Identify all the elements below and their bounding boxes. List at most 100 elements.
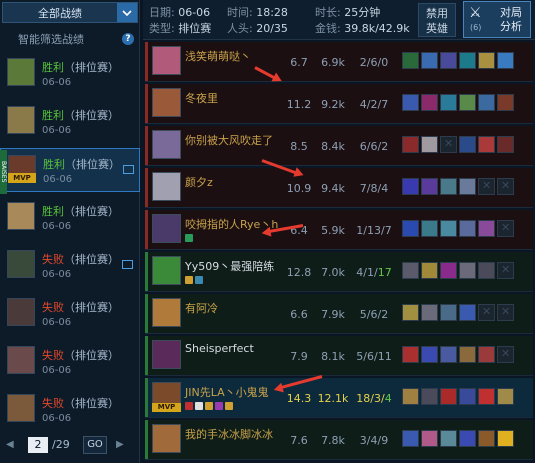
item-icon[interactable]: [440, 94, 457, 111]
item-icon[interactable]: [440, 304, 457, 321]
item-icon[interactable]: [459, 94, 476, 111]
item-icon[interactable]: [459, 388, 476, 405]
player-name[interactable]: 冬夜里: [185, 90, 218, 106]
player-row[interactable]: MVP JIN先LA丶小鬼鬼 14.3 12.1k 18/3/4: [145, 378, 533, 418]
player-row[interactable]: 有阿冷 6.6 7.9k 5/6/2: [145, 294, 533, 334]
item-icon[interactable]: [402, 304, 419, 321]
item-icon[interactable]: [440, 220, 457, 237]
item-icon[interactable]: [402, 136, 419, 153]
item-icon[interactable]: [478, 430, 495, 447]
item-icon[interactable]: [440, 262, 457, 279]
go-button[interactable]: GO: [83, 436, 107, 454]
champion-avatar[interactable]: [152, 256, 181, 285]
page-number-input[interactable]: 2: [28, 437, 48, 453]
item-icon[interactable]: [459, 52, 476, 69]
item-icon[interactable]: [459, 220, 476, 237]
item-icon[interactable]: [440, 346, 457, 363]
item-icon[interactable]: [497, 136, 514, 153]
player-name[interactable]: Sheisperfect: [185, 342, 254, 355]
item-icon[interactable]: [497, 388, 514, 405]
replay-icon[interactable]: [123, 165, 134, 174]
item-icon[interactable]: [478, 220, 495, 237]
player-name[interactable]: 我的手冰冰脚冰冰: [185, 426, 273, 442]
player-row[interactable]: 咬拇指的人Rye丶h 6.4 5.9k 1/13/7: [145, 210, 533, 250]
item-icon[interactable]: [440, 430, 457, 447]
item-icon[interactable]: [421, 136, 438, 153]
champion-avatar[interactable]: [152, 424, 181, 453]
item-icon[interactable]: [478, 136, 495, 153]
player-name[interactable]: 有阿冷: [185, 300, 218, 316]
champion-avatar[interactable]: [152, 340, 181, 369]
item-icon[interactable]: [402, 388, 419, 405]
champion-avatar[interactable]: [152, 130, 181, 159]
item-icon[interactable]: [402, 94, 419, 111]
player-name[interactable]: Yy509丶最强陪练: [185, 258, 274, 274]
match-list-item[interactable]: 胜利（排位赛） 06-06: [0, 100, 140, 144]
champion-avatar[interactable]: [152, 88, 181, 117]
item-icon[interactable]: [421, 262, 438, 279]
match-list-item[interactable]: MVP 胜利（排位赛） 06-06: [0, 148, 140, 192]
match-list-item[interactable]: 胜利（排位赛） 06-06: [0, 52, 140, 96]
item-icon[interactable]: [478, 94, 495, 111]
player-row[interactable]: 浅笑萌萌哒丶 6.7 6.9k 2/6/0: [145, 42, 533, 82]
item-icon[interactable]: [478, 388, 495, 405]
item-icon[interactable]: [478, 52, 495, 69]
item-icon[interactable]: [459, 346, 476, 363]
item-icon[interactable]: [421, 304, 438, 321]
player-row[interactable]: 我的手冰冰脚冰冰 7.6 7.8k 3/4/9: [145, 420, 533, 460]
next-page-icon[interactable]: ▶: [116, 439, 124, 450]
item-icon[interactable]: [478, 262, 495, 279]
item-icon[interactable]: [459, 304, 476, 321]
match-analysis-button[interactable]: ⚔ (6) 对局 分析: [463, 1, 531, 38]
item-icon[interactable]: [497, 94, 514, 111]
item-icon[interactable]: [440, 178, 457, 195]
item-icon[interactable]: [402, 220, 419, 237]
match-filter-dropdown[interactable]: 全部战绩: [2, 2, 138, 23]
smart-filter-row[interactable]: 智能筛选战绩 ?: [0, 30, 140, 48]
item-icon[interactable]: [402, 52, 419, 69]
help-icon[interactable]: ?: [122, 33, 134, 45]
item-icon[interactable]: [459, 136, 476, 153]
item-icon[interactable]: [421, 94, 438, 111]
item-icon[interactable]: [459, 262, 476, 279]
player-name[interactable]: 浅笑萌萌哒丶: [185, 48, 251, 64]
player-name[interactable]: JIN先LA丶小鬼鬼: [185, 384, 269, 400]
champion-avatar[interactable]: [152, 298, 181, 327]
replay-icon[interactable]: [122, 260, 133, 269]
champion-avatar[interactable]: [152, 214, 181, 243]
player-row[interactable]: Yy509丶最强陪练 12.8 7.0k 4/1/17: [145, 252, 533, 292]
item-icon[interactable]: [497, 430, 514, 447]
player-name[interactable]: 颜夕z: [185, 174, 213, 190]
item-icon[interactable]: [421, 346, 438, 363]
item-icon[interactable]: [421, 220, 438, 237]
item-icon[interactable]: [402, 262, 419, 279]
item-icon[interactable]: [421, 178, 438, 195]
prev-page-icon[interactable]: ◀: [6, 439, 14, 450]
item-icon[interactable]: [440, 52, 457, 69]
item-icon[interactable]: [402, 346, 419, 363]
match-list-item[interactable]: 胜利（排位赛） 06-06: [0, 196, 140, 240]
player-name[interactable]: 你别被大风吹走了: [185, 132, 273, 148]
item-icon[interactable]: [421, 388, 438, 405]
item-icon[interactable]: [402, 178, 419, 195]
item-icon[interactable]: [421, 52, 438, 69]
chevron-down-icon[interactable]: [117, 3, 137, 22]
player-row[interactable]: Sheisperfect 7.9 8.1k 5/6/11: [145, 336, 533, 376]
banned-heroes-button[interactable]: 禁用 英雄: [418, 3, 456, 37]
player-row[interactable]: 你别被大风吹走了 8.5 8.4k 6/6/2: [145, 126, 533, 166]
match-list-item[interactable]: 失败（排位赛） 06-06: [0, 292, 140, 336]
match-list-item[interactable]: 失败（排位赛） 06-06: [0, 388, 140, 432]
item-icon[interactable]: [440, 388, 457, 405]
match-list-item[interactable]: 失败（排位赛） 06-06: [0, 340, 140, 384]
item-icon[interactable]: [421, 430, 438, 447]
champion-avatar[interactable]: [152, 46, 181, 75]
item-icon[interactable]: [459, 178, 476, 195]
item-icon[interactable]: [478, 346, 495, 363]
champion-avatar[interactable]: [152, 172, 181, 201]
item-icon[interactable]: [497, 52, 514, 69]
side-tab[interactable]: BAISES: [0, 150, 7, 194]
player-row[interactable]: 颜夕z 10.9 9.4k 7/8/4: [145, 168, 533, 208]
match-list-item[interactable]: 失败（排位赛） 06-06: [0, 244, 140, 288]
player-row[interactable]: 冬夜里 11.2 9.2k 4/2/7: [145, 84, 533, 124]
item-icon[interactable]: [402, 430, 419, 447]
